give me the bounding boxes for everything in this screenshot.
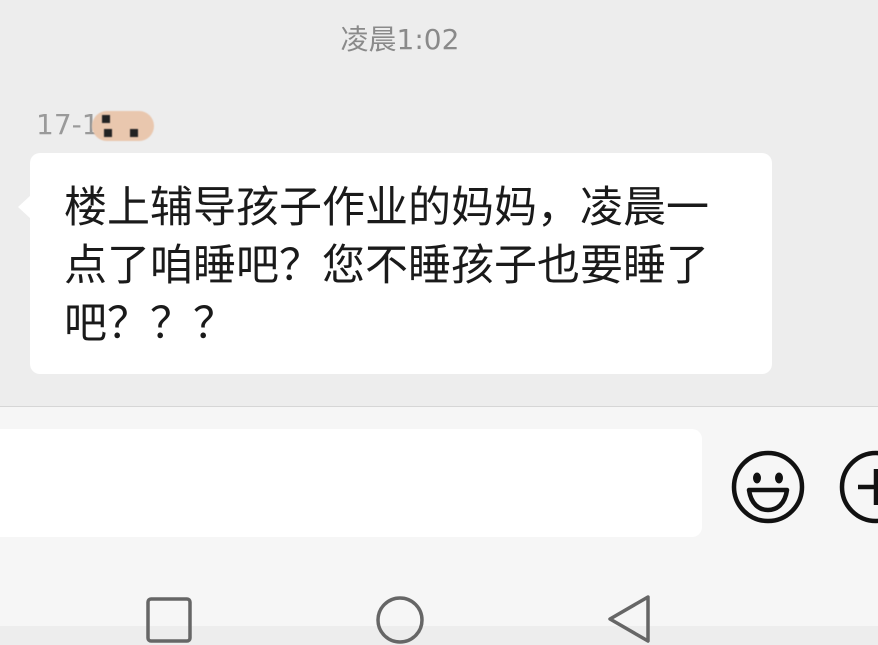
input-bar (0, 407, 878, 547)
triangle-back-icon[interactable] (604, 593, 654, 645)
message-text: 楼上辅导孩子作业的妈妈，凌晨一点了咱睡吧？您不睡孩子也要睡了吧？？？ (64, 183, 709, 349)
circle-icon[interactable] (375, 595, 425, 645)
system-nav-bar (0, 547, 878, 644)
square-icon[interactable] (146, 597, 192, 643)
smiley-face-icon[interactable] (729, 448, 807, 526)
message-input[interactable] (0, 429, 702, 537)
sender-name[interactable]: 17-1 (36, 108, 154, 141)
redacted-name-sticker (91, 111, 154, 141)
chat-area: 凌晨1:02 17-1 楼上辅导孩子作业的妈妈，凌晨一点了咱睡吧？您不睡孩子也要… (0, 0, 878, 406)
message-bubble[interactable]: 楼上辅导孩子作业的妈妈，凌晨一点了咱睡吧？您不睡孩子也要睡了吧？？？ (18, 153, 772, 374)
plus-circle-icon[interactable] (837, 448, 878, 526)
message-timestamp: 凌晨1:02 (340, 23, 460, 56)
sender-name-text: 17-1 (36, 108, 100, 141)
